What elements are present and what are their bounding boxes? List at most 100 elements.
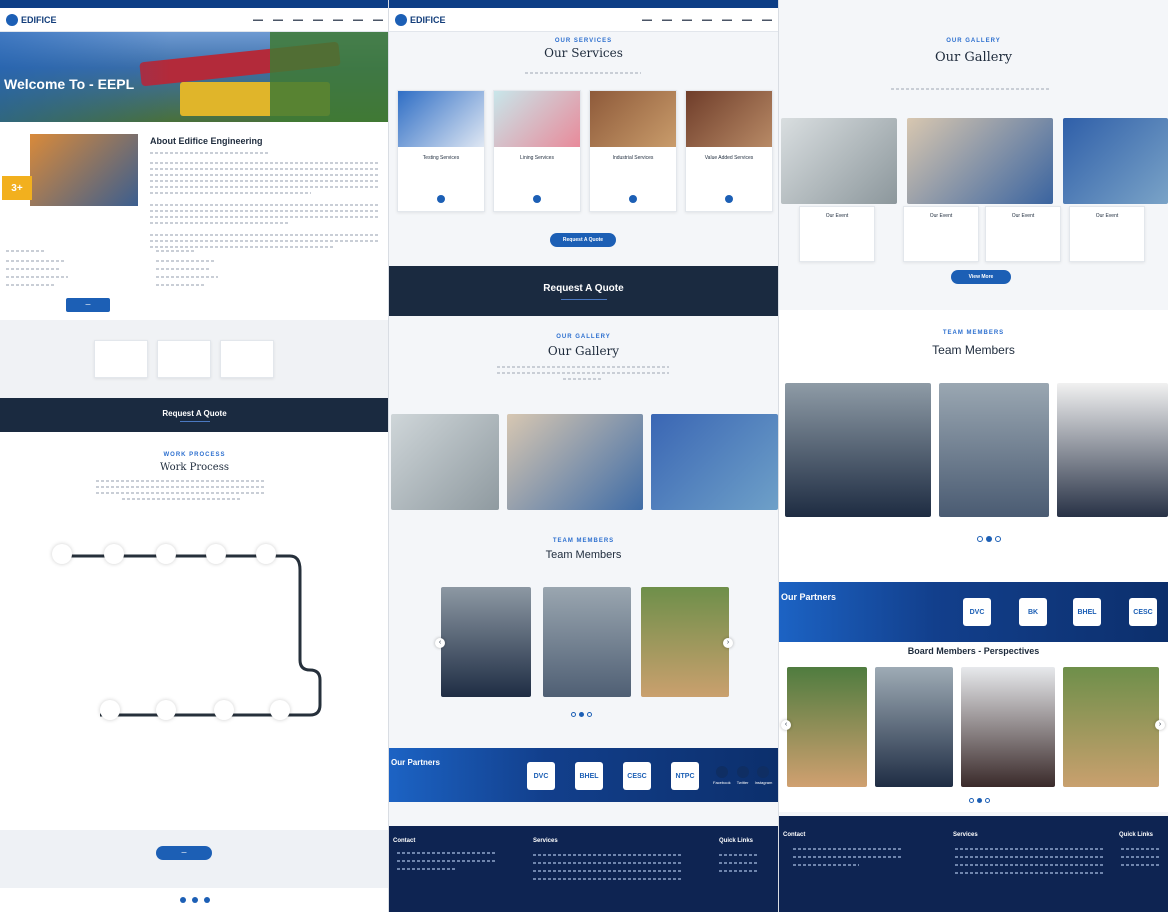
gallery-image[interactable] [507, 414, 643, 510]
service-card[interactable]: Testing Services [397, 90, 485, 212]
process-step-icon [104, 544, 124, 564]
arrow-icon[interactable] [629, 195, 637, 203]
nav-item[interactable]: ▬▬ [353, 17, 363, 23]
team-member-photo[interactable] [641, 587, 729, 697]
gallery-card[interactable]: Our Event [1069, 206, 1145, 262]
nav-item[interactable]: ▬▬ [333, 17, 343, 23]
team-member-photo[interactable] [785, 383, 931, 517]
service-card[interactable]: Industrial Services [589, 90, 677, 212]
team-kicker: TEAM MEMBERS [942, 330, 1005, 336]
carousel-next-icon[interactable]: › [723, 638, 733, 648]
service-card[interactable]: Value Added Services [685, 90, 773, 212]
partners-title: Our Partners [781, 592, 837, 602]
service-card[interactable] [157, 340, 211, 378]
instagram-icon[interactable] [203, 897, 210, 903]
partner-logo[interactable]: NTPC [671, 762, 699, 790]
request-quote-band[interactable]: Request A Quote [0, 398, 389, 432]
twitter-icon[interactable] [736, 766, 749, 778]
partner-logo[interactable]: BK [1019, 598, 1047, 626]
arrow-icon[interactable] [437, 195, 445, 203]
board-member-photo[interactable] [787, 667, 867, 787]
logo-icon [6, 13, 18, 26]
team-member-photo[interactable] [543, 587, 631, 697]
request-quote-button[interactable]: Request A Quote [550, 233, 616, 247]
gallery-image[interactable] [781, 118, 897, 204]
nav-item[interactable]: ▬▬ [273, 17, 283, 23]
gallery-card[interactable]: Our Event [799, 206, 875, 262]
nav-item[interactable]: ▬▬ [762, 17, 772, 23]
main-nav: EDIFICE ▬▬ ▬▬ ▬▬ ▬▬ ▬▬ ▬▬ ▬▬ [389, 8, 778, 32]
feature-list-right [156, 250, 296, 286]
service-image [686, 91, 772, 147]
nav-item[interactable]: ▬▬ [702, 17, 712, 23]
request-quote-band[interactable]: Request A Quote [389, 266, 778, 316]
service-card[interactable] [94, 340, 148, 378]
site-logo[interactable]: EDIFICE [395, 13, 446, 26]
service-card[interactable]: Lining Services [493, 90, 581, 212]
team-title: Team Members [932, 343, 1015, 357]
process-step-icon [206, 544, 226, 564]
nav-item[interactable]: ▬▬ [722, 17, 732, 23]
hero-title: Welcome To - EEPL [4, 76, 135, 92]
nav-item[interactable]: ▬▬ [642, 17, 652, 23]
carousel-prev-icon[interactable]: ‹ [781, 720, 791, 730]
board-member-photo[interactable] [961, 667, 1055, 787]
carousel-prev-icon[interactable]: ‹ [435, 638, 445, 648]
site-logo[interactable]: EDIFICE [6, 13, 57, 26]
board-member-photo[interactable] [1063, 667, 1159, 787]
services-kicker: OUR SERVICES [554, 38, 613, 44]
facebook-icon[interactable] [179, 897, 186, 903]
team-member-photo[interactable] [1057, 383, 1168, 517]
gallery-card[interactable]: Our Event [903, 206, 979, 262]
gallery-image[interactable] [907, 118, 1053, 204]
about-image [30, 134, 138, 206]
gallery-image[interactable] [651, 414, 778, 510]
top-bar [0, 0, 389, 8]
gallery-kicker: OUR GALLERY [946, 38, 1001, 44]
page-column-home: EDIFICE ▬▬ ▬▬ ▬▬ ▬▬ ▬▬ ▬▬ ▬▬ Welcome To - EEPL… [0, 0, 389, 912]
twitter-icon[interactable] [191, 897, 198, 903]
arrow-icon[interactable] [533, 195, 541, 203]
process-step-icon [214, 700, 234, 720]
nav-item[interactable]: ▬▬ [373, 17, 383, 23]
nav-item[interactable]: ▬▬ [253, 17, 263, 23]
partner-logo[interactable]: BHEL [1073, 598, 1101, 626]
partner-logo[interactable]: CESC [623, 762, 651, 790]
service-image [590, 91, 676, 147]
board-member-photo[interactable] [875, 667, 953, 787]
site-footer: Contact Services Quick Links [389, 826, 778, 912]
gallery-kicker: OUR GALLERY [556, 334, 611, 340]
view-more-button[interactable]: View More [951, 270, 1011, 284]
team-kicker: TEAM MEMBERS [552, 538, 615, 544]
nav-item[interactable]: ▬▬ [662, 17, 672, 23]
carousel-next-icon[interactable]: › [1155, 720, 1165, 730]
experience-badge: 3+ [2, 176, 32, 200]
partner-logo[interactable]: BHEL [575, 762, 603, 790]
read-more-button[interactable]: — [66, 298, 110, 312]
nav-item[interactable]: ▬▬ [293, 17, 303, 23]
partner-logo[interactable]: CESC [1129, 598, 1157, 626]
carousel-dots [977, 536, 1001, 542]
arrow-icon[interactable] [725, 195, 733, 203]
partner-logo[interactable]: DVC [963, 598, 991, 626]
nav-item[interactable]: ▬▬ [682, 17, 692, 23]
gallery-image[interactable] [391, 414, 499, 510]
nav-item[interactable]: ▬▬ [313, 17, 323, 23]
process-kicker: WORK PROCESS [163, 452, 226, 458]
get-in-touch-button[interactable]: — [156, 846, 212, 860]
instagram-icon[interactable] [757, 766, 770, 778]
nav-item[interactable]: ▬▬ [742, 17, 752, 23]
team-member-photo[interactable] [441, 587, 531, 697]
partner-logo[interactable]: DVC [527, 762, 555, 790]
partners-band: Our Partners DVC BK BHEL CESC [779, 582, 1168, 642]
nav-menu: ▬▬ ▬▬ ▬▬ ▬▬ ▬▬ ▬▬ ▬▬ [642, 17, 772, 23]
gallery-image[interactable] [1063, 118, 1168, 204]
partners-band: Our Partners DVC BHEL CESC NTPC Facebook… [389, 748, 778, 802]
carousel-dots [969, 798, 990, 803]
gallery-card[interactable]: Our Event [985, 206, 1061, 262]
about-text [150, 152, 380, 248]
service-card[interactable] [220, 340, 274, 378]
team-member-photo[interactable] [939, 383, 1049, 517]
site-footer: Contact Services Quick Links [779, 816, 1168, 912]
facebook-icon[interactable] [715, 766, 728, 778]
